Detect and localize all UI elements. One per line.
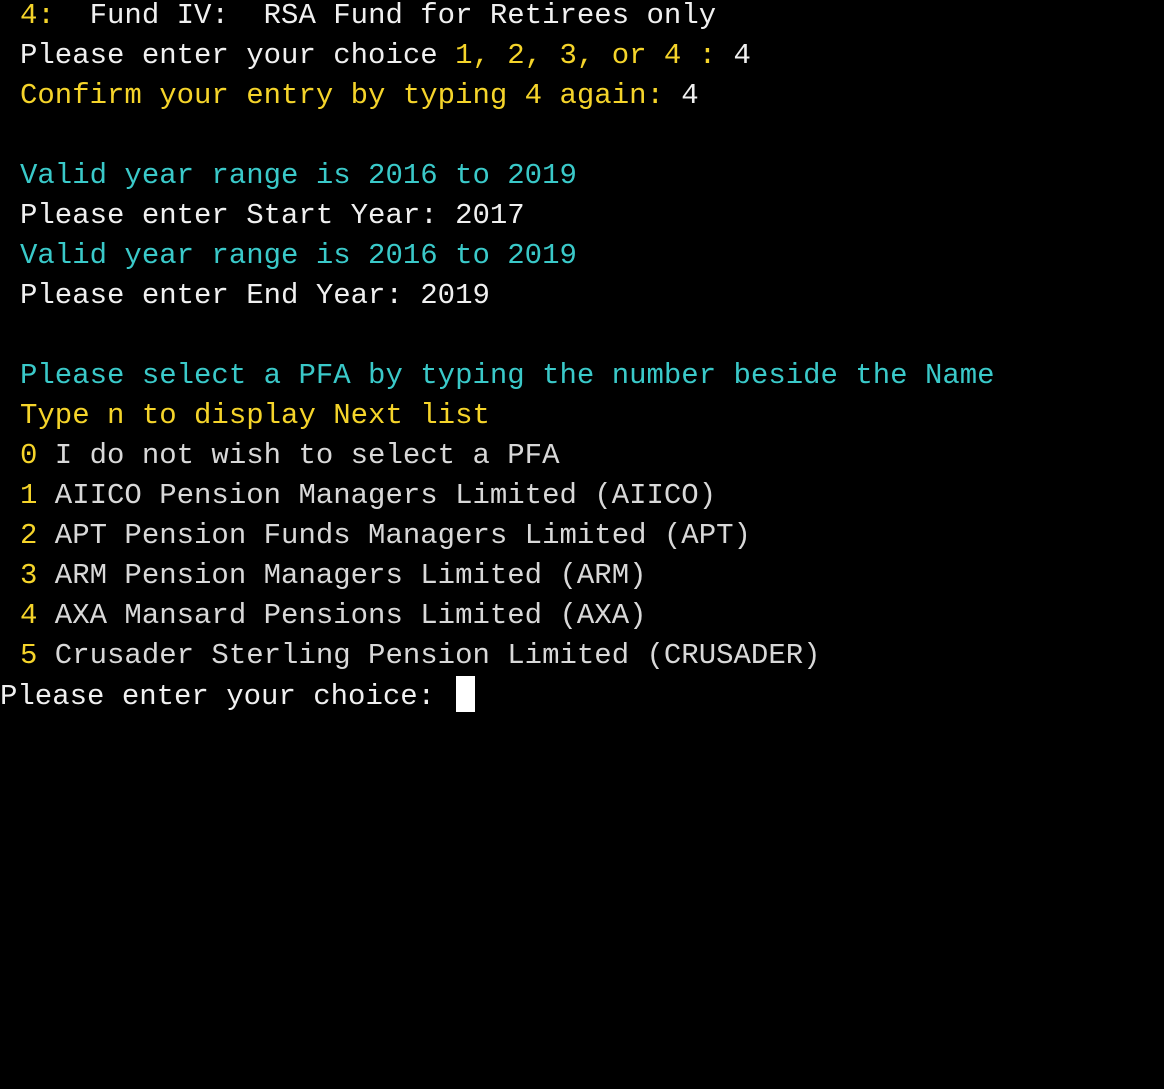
pfa-list-item: 2 APT Pension Funds Managers Limited (AP… [20,516,751,556]
pfa-name: Crusader Sterling Pension Limited (CRUSA… [37,639,821,672]
terminal-window[interactable]: 4: Fund IV: RSA Fund for Retirees only P… [0,0,1164,713]
pfa-number: 0 [20,439,38,472]
fund-choice-options: 1, 2, 3, or 4 : [455,39,717,72]
pfa-list-item: 3 ARM Pension Managers Limited (ARM) [20,556,647,596]
confirm-label: Confirm your entry by typing 4 again: [20,79,664,112]
pfa-number: 2 [20,519,38,552]
pfa-name: AXA Mansard Pensions Limited (AXA) [37,599,647,632]
fund-option-line: 4: Fund IV: RSA Fund for Retirees only [20,0,716,36]
start-year-label: Please enter Start Year: [20,199,438,232]
start-year-prompt: Please enter Start Year: 2017 [20,196,525,236]
valid-year-range-start: Valid year range is 2016 to 2019 [20,159,577,192]
valid-year-range-end: Valid year range is 2016 to 2019 [20,239,577,272]
pfa-number: 1 [20,479,38,512]
pfa-list-item: 1 AIICO Pension Managers Limited (AIICO) [20,476,716,516]
final-choice-prompt[interactable]: Please enter your choice: [0,676,476,716]
pfa-name: I do not wish to select a PFA [37,439,560,472]
pfa-list-item: 0 I do not wish to select a PFA [20,436,560,476]
pfa-number: 5 [20,639,38,672]
pfa-name: ARM Pension Managers Limited (ARM) [37,559,647,592]
pfa-list-item: 5 Crusader Sterling Pension Limited (CRU… [20,636,821,676]
text-cursor[interactable] [456,676,476,712]
fund-choice-prompt: Please enter your choice 1, 2, 3, or 4 :… [20,36,751,76]
end-year-value: 2019 [402,279,490,312]
pfa-name: APT Pension Funds Managers Limited (APT) [37,519,751,552]
end-year-label: Please enter End Year: [20,279,403,312]
pfa-name: AIICO Pension Managers Limited (AIICO) [37,479,717,512]
pfa-number: 4 [20,599,38,632]
fund-choice-value: 4 [716,39,751,72]
confirm-prompt: Confirm your entry by typing 4 again: 4 [20,76,699,116]
pfa-number: 3 [20,559,38,592]
start-year-value: 2017 [437,199,525,232]
final-choice-label: Please enter your choice: [0,680,453,713]
pfa-list-item: 4 AXA Mansard Pensions Limited (AXA) [20,596,647,636]
next-list-hint: Type n to display Next list [20,399,490,432]
fund-number: 4: [20,0,55,32]
confirm-value: 4 [663,79,699,112]
end-year-prompt: Please enter End Year: 2019 [20,276,490,316]
pfa-instruction: Please select a PFA by typing the number… [20,359,995,392]
fund-choice-label: Please enter your choice [20,39,456,72]
fund-label: Fund IV: RSA Fund for Retirees only [54,0,717,32]
